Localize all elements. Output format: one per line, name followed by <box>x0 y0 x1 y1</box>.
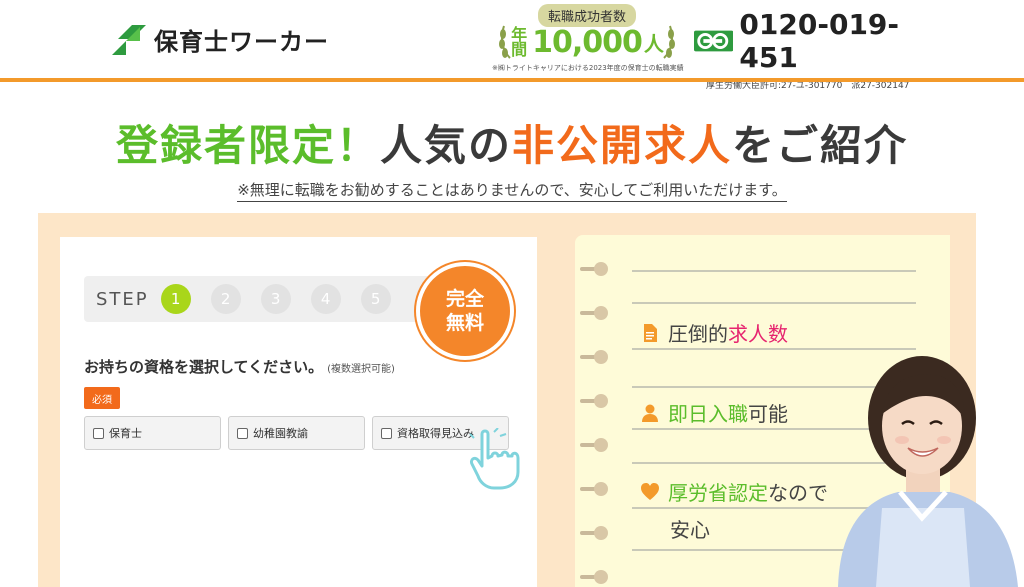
step-4: 4 <box>310 284 341 314</box>
notebook-ring <box>580 306 610 320</box>
hero-title-part3: 非公開求人 <box>512 121 733 170</box>
step-label: STEP <box>96 288 149 310</box>
feature-certified: 厚労省認定なので <box>640 477 828 506</box>
logo-text: 保育士ワーカー <box>154 28 329 56</box>
feature-highlight: 厚労省認定 <box>668 481 768 505</box>
feature-line4: 安心 <box>670 518 710 542</box>
pointer-hand-icon <box>469 428 520 490</box>
notebook-ring <box>580 570 610 584</box>
heart-icon <box>641 482 659 500</box>
badge-count: 10,000 <box>532 24 643 60</box>
badge-main: 年 間 10,000 人 <box>492 22 682 62</box>
hero-title: 登録者限定！人気の非公開求人をご紹介 <box>0 112 1024 173</box>
question-text: お持ちの資格を選択してください。 <box>84 358 324 376</box>
notebook-line <box>632 270 916 272</box>
feature-certified-line2: 安心 <box>670 514 710 543</box>
notebook-ring <box>580 394 610 408</box>
person-icon <box>642 404 658 422</box>
step-3: 3 <box>260 284 291 314</box>
free-badge: 完全 無料 <box>416 262 514 360</box>
hero-section: 登録者限定！人気の非公開求人をご紹介 ※無理に転職をお勧めすることはありませんの… <box>0 112 1024 202</box>
step-1: 1 <box>160 284 191 314</box>
option-label: 幼稚園教諭 <box>253 427 308 440</box>
checkbox-expected-license[interactable] <box>381 427 392 439</box>
smiling-woman-image <box>838 356 1018 587</box>
checkbox-hoikushi[interactable] <box>93 427 104 439</box>
option-hoikushi[interactable]: 保育士 <box>84 416 221 450</box>
step-2: 2 <box>210 284 241 314</box>
free-dial-icon <box>694 30 734 52</box>
hero-title-part1: 登録者限定！ <box>115 121 380 170</box>
phone-number[interactable]: 0120-019-451 <box>739 8 944 74</box>
feature-immediate-start: 即日入職可能 <box>640 398 788 427</box>
document-icon <box>644 323 657 342</box>
feature-suffix: 可能 <box>748 402 788 426</box>
question-note: (複数選択可能) <box>327 364 395 375</box>
question-title: お持ちの資格を選択してください。 (複数選択可能) <box>84 356 395 377</box>
hero-subtitle: ※無理に転職をお勧めすることはありませんので、安心してご利用いただけます。 <box>237 179 787 202</box>
checkbox-kindergarten-teacher[interactable] <box>237 427 248 439</box>
notebook-ring <box>580 262 610 276</box>
notebook-ring <box>580 438 610 452</box>
notebook-line <box>632 302 916 304</box>
logo[interactable]: 保育士ワーカー <box>112 22 329 57</box>
success-badge: 転職成功者数 年 間 10,000 人 ※㈱トライトキャリアにおける2023年度… <box>492 2 684 76</box>
option-label: 資格取得見込み <box>397 427 474 440</box>
hero-title-part4: をご紹介 <box>732 121 909 170</box>
notebook-ring <box>580 482 610 496</box>
step-5: 5 <box>360 284 391 314</box>
badge-prefix-2: 間 <box>511 40 528 59</box>
logo-mark-icon <box>112 24 146 55</box>
required-badge: 必須 <box>84 387 120 409</box>
free-badge-line1: 完全 <box>445 288 484 310</box>
notebook-ring <box>580 350 610 364</box>
option-kindergarten-teacher[interactable]: 幼稚園教諭 <box>228 416 365 450</box>
feature-highlight: 求人数 <box>728 322 788 346</box>
notebook-ring <box>580 526 610 540</box>
free-badge-line2: 無料 <box>445 312 484 334</box>
header-divider <box>0 78 1024 82</box>
feature-prefix: 圧倒的 <box>668 322 728 346</box>
laurel-right-icon <box>663 25 675 59</box>
site-header: 保育士ワーカー 転職成功者数 年 間 10,000 人 ※㈱トライトキャリアにお… <box>0 0 1024 91</box>
hero-title-part2: 人気の <box>379 121 512 170</box>
option-label: 保育士 <box>109 427 142 440</box>
badge-note: ※㈱トライトキャリアにおける2023年度の保育士の転職実績 <box>492 64 684 72</box>
feature-job-count: 圧倒的求人数 <box>640 318 788 347</box>
feature-highlight: 即日入職 <box>668 402 748 426</box>
